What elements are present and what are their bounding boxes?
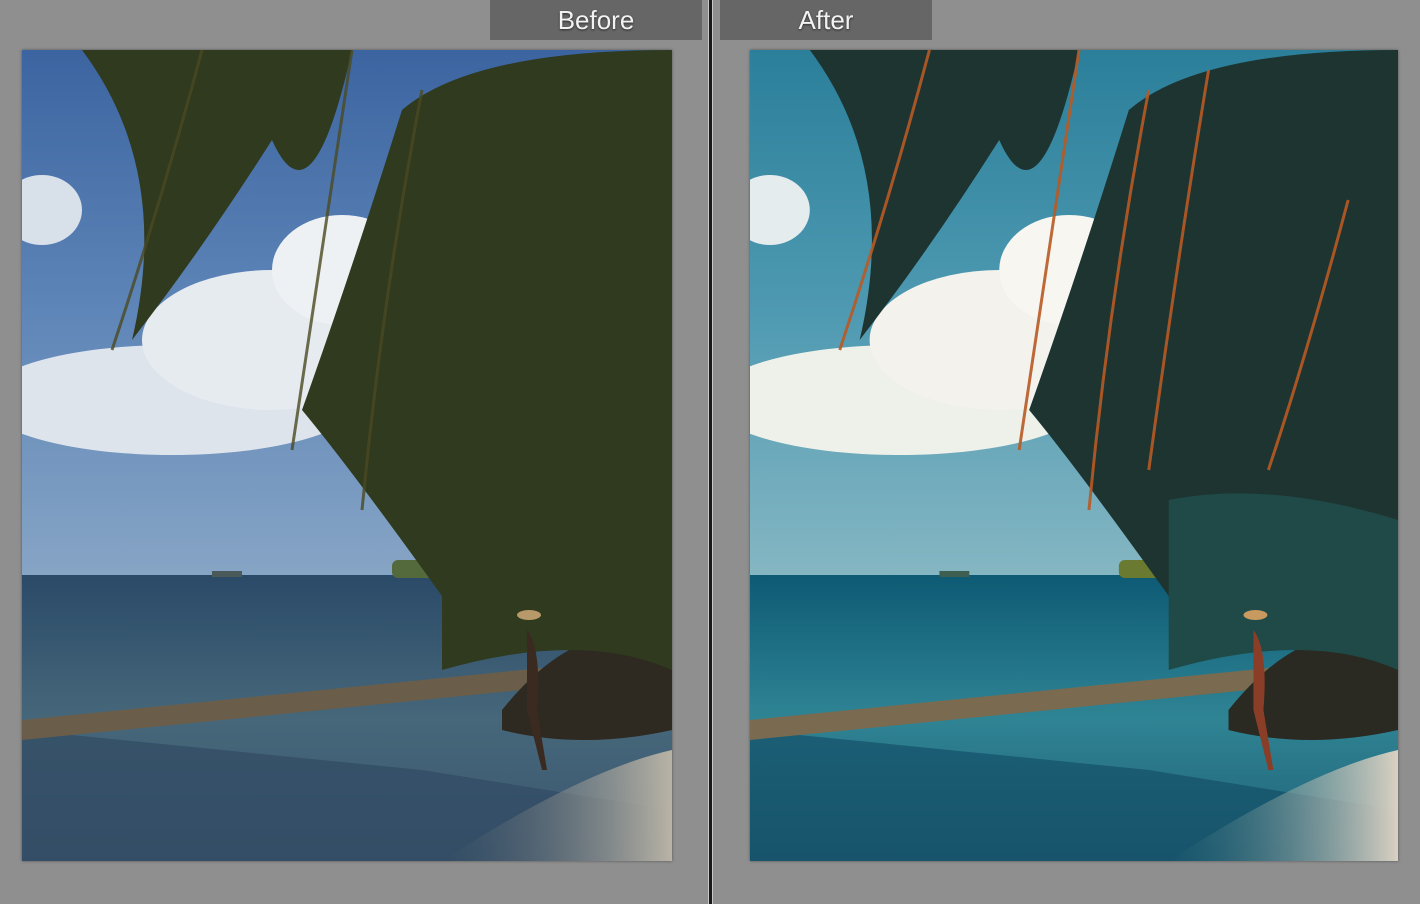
before-photo-image [22, 50, 672, 861]
after-pane[interactable]: After [713, 0, 1420, 904]
before-after-compare-view: Before After [0, 0, 1420, 904]
before-photo[interactable] [22, 50, 672, 861]
before-label: Before [490, 0, 702, 40]
after-photo-image [750, 50, 1398, 861]
after-label: After [720, 0, 932, 40]
before-pane[interactable]: Before [0, 0, 708, 904]
after-photo[interactable] [750, 50, 1398, 861]
